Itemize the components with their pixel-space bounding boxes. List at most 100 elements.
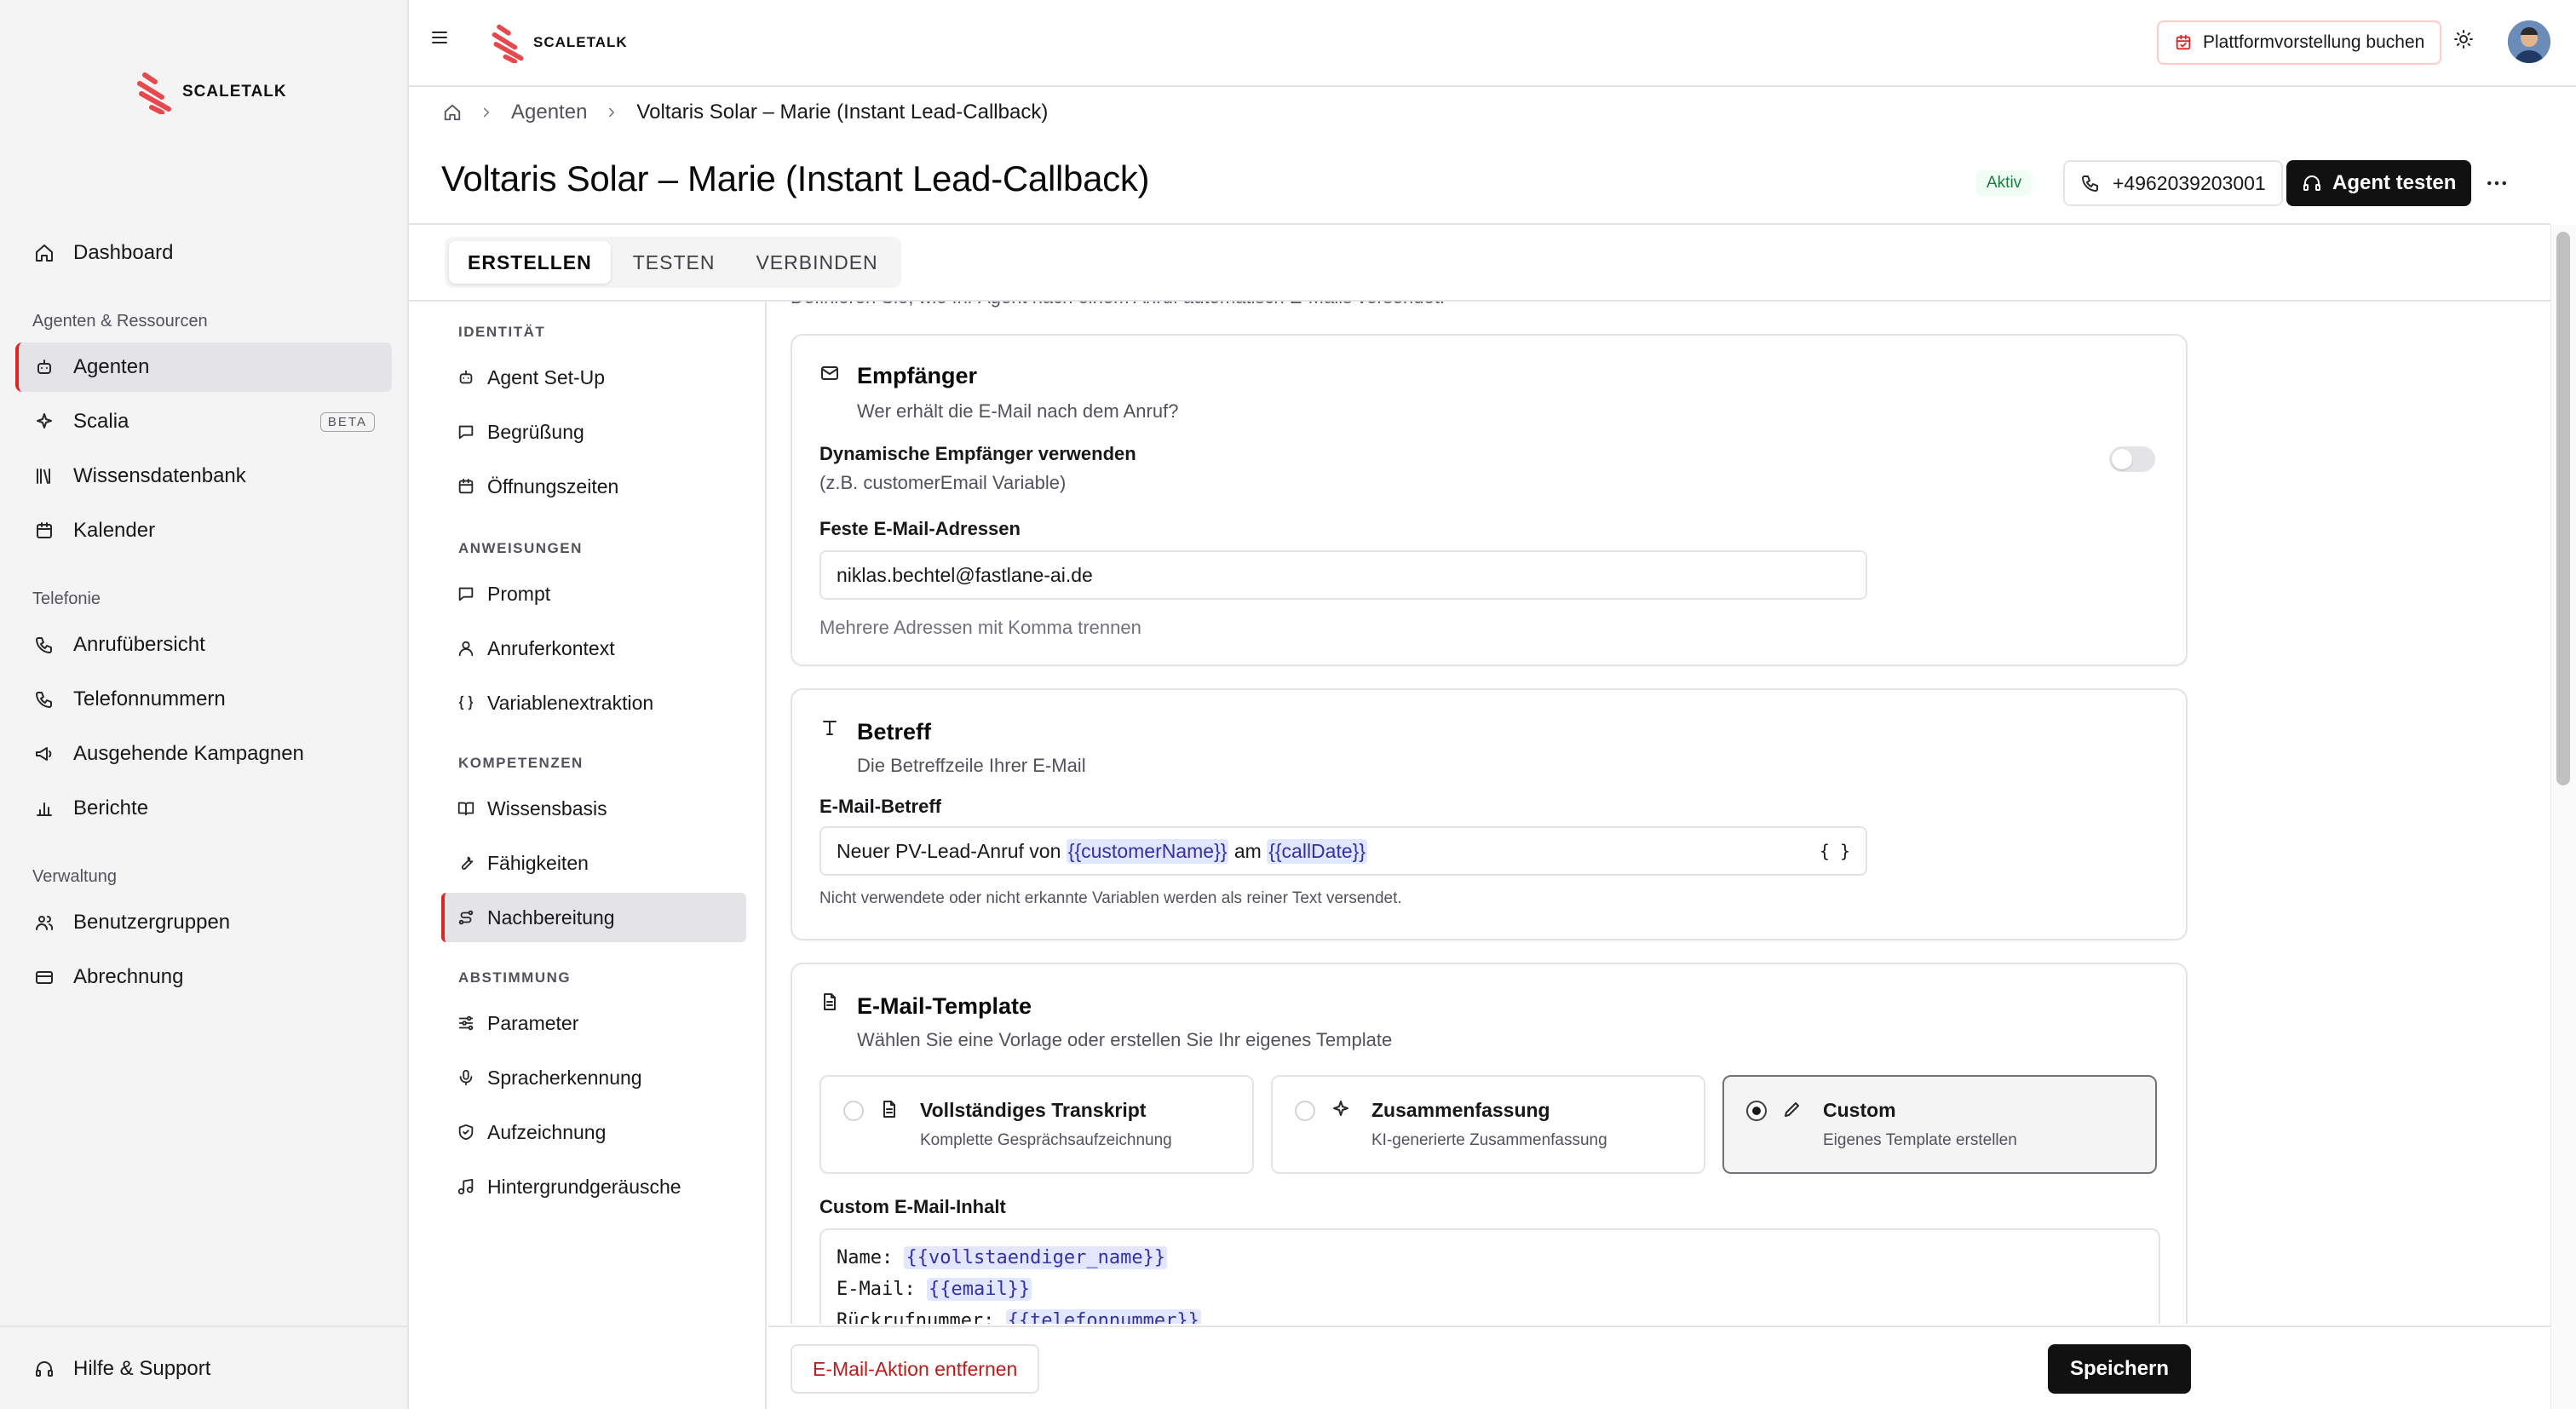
brand-logo[interactable]: SCALETALK	[136, 70, 287, 114]
nav-kampagnen[interactable]: Ausgehende Kampagnen	[15, 729, 392, 779]
file-text-icon	[824, 993, 836, 1010]
brand-name: SCALETALK	[182, 83, 287, 101]
calendar-icon	[37, 522, 52, 538]
setnav-nachbereitung[interactable]: Nachbereitung	[441, 893, 746, 942]
section-abstimmung: ABSTIMMUNG	[458, 969, 572, 986]
microphone-icon	[459, 1069, 473, 1086]
custom-content-editor[interactable]: Name: {{vollstaendiger_name}} E-Mail: {{…	[819, 1228, 2160, 1324]
nav-section-admin: Verwaltung	[32, 867, 117, 886]
fixed-emails-hint: Mehrere Adressen mit Komma trennen	[819, 617, 1141, 638]
code-var: {{email}}	[926, 1278, 1032, 1301]
custom-content-label: Custom E-Mail-Inhalt	[819, 1196, 1006, 1217]
nav-wissensdatenbank[interactable]: Wissensdatenbank	[15, 451, 392, 501]
nav-abrechnung-label: Abrechnung	[73, 965, 184, 988]
breadcrumb-parent[interactable]: Agenten	[511, 101, 587, 124]
sidebar: SCALETALK Dashboard Agenten & Ressourcen…	[0, 0, 409, 1409]
tab-verbinden[interactable]: VERBINDEN	[737, 241, 896, 284]
setnav-faehigkeiten[interactable]: Fähigkeiten	[441, 838, 746, 888]
setnav-begruessung-label: Begrüßung	[487, 420, 584, 443]
nav-agenten-label: Agenten	[73, 355, 150, 378]
menu-toggle-button[interactable]	[429, 27, 450, 48]
scrollbar-thumb[interactable]	[2556, 232, 2570, 785]
save-button[interactable]: Speichern	[2048, 1344, 2192, 1394]
sparkles-icon	[37, 413, 52, 428]
template-radio-custom[interactable]	[1746, 1101, 1767, 1121]
theme-toggle-button[interactable]	[2453, 29, 2474, 49]
nav-anrufuebersicht[interactable]: Anrufübersicht	[15, 620, 392, 670]
setnav-prompt[interactable]: Prompt	[441, 569, 746, 618]
setnav-anruferkontext[interactable]: Anruferkontext	[441, 624, 746, 673]
nav-hilfe-support[interactable]: Hilfe & Support	[15, 1344, 392, 1394]
template-option-transcript[interactable]: Vollständiges Transkript Komplette Gespr…	[819, 1075, 1254, 1174]
bar-chart-icon	[37, 802, 52, 816]
breadcrumb-current: Voltaris Solar – Marie (Instant Lead-Cal…	[636, 101, 1049, 124]
test-agent-button[interactable]: Agent testen	[2286, 160, 2472, 206]
phone-icon	[36, 637, 52, 653]
nav-benutzergruppen[interactable]: Benutzergruppen	[15, 898, 392, 947]
setnav-agent-setup[interactable]: Agent Set-Up	[441, 353, 746, 402]
code-var: {{telefonnummer}}	[1005, 1309, 1201, 1324]
calendar-check-icon	[2176, 34, 2191, 50]
setnav-variablenextraktion[interactable]: Variablenextraktion	[441, 678, 746, 728]
hamburger-icon	[432, 32, 447, 43]
route-icon	[458, 910, 474, 925]
subject-text-prefix: Neuer PV-Lead-Anruf von	[837, 839, 1067, 862]
page-scrollbar[interactable]	[2550, 225, 2576, 1409]
template-option-custom[interactable]: Custom Eigenes Template erstellen	[1722, 1075, 2157, 1174]
fixed-emails-input[interactable]: niklas.bechtel@fastlane-ai.de	[819, 550, 1867, 600]
phone-icon	[36, 692, 52, 708]
nav-abrechnung[interactable]: Abrechnung	[15, 952, 392, 1002]
setnav-parameter[interactable]: Parameter	[441, 998, 746, 1048]
avatar-image-icon	[2508, 20, 2550, 63]
book-demo-button[interactable]: Plattformvorstellung buchen	[2157, 20, 2442, 65]
more-options-button[interactable]	[2484, 170, 2510, 196]
nav-berichte[interactable]: Berichte	[15, 784, 392, 833]
subject-input[interactable]: Neuer PV-Lead-Anruf von {{customerName}}…	[819, 826, 1867, 876]
template-option-summary[interactable]: Zusammenfassung KI-generierte Zusammenfa…	[1271, 1075, 1705, 1174]
template-radio-summary[interactable]	[1295, 1101, 1315, 1121]
sparkles-icon	[1333, 1101, 1348, 1116]
top-bar: SCALETALK Plattformvorstellung buchen	[409, 0, 2576, 87]
dynamic-recipients-toggle[interactable]	[2109, 446, 2155, 472]
nav-kalender[interactable]: Kalender	[15, 506, 392, 555]
braces-icon	[458, 695, 474, 710]
megaphone-icon	[36, 747, 52, 761]
setnav-hintergrundgeraeusche[interactable]: Hintergrundgeräusche	[441, 1162, 746, 1211]
subject-card: Betreff Die Betreffzeile Ihrer E-Mail E-…	[791, 688, 2188, 940]
setnav-oeffnungszeiten[interactable]: Öffnungszeiten	[441, 462, 746, 511]
setnav-begruessung[interactable]: Begrüßung	[441, 407, 746, 457]
nav-section-telephony: Telefonie	[32, 589, 101, 608]
tab-erstellen[interactable]: ERSTELLEN	[449, 241, 611, 284]
home-icon[interactable]	[443, 103, 462, 122]
template-custom-subtitle: Eigenes Template erstellen	[1823, 1131, 2017, 1149]
insert-variable-button[interactable]: { }	[1820, 841, 1850, 861]
nav-dashboard[interactable]: Dashboard	[15, 228, 392, 278]
code-var: {{vollstaendiger_name}}	[904, 1246, 1168, 1269]
nav-agenten[interactable]: Agenten	[15, 342, 392, 392]
mail-icon	[821, 366, 838, 380]
nav-section-agents: Agenten & Ressourcen	[32, 312, 208, 331]
template-radio-transcript[interactable]	[843, 1101, 864, 1121]
user-avatar[interactable]	[2508, 20, 2550, 63]
setnav-wissensbasis[interactable]: Wissensbasis	[441, 784, 746, 833]
subject-text-mid: am	[1228, 839, 1268, 862]
template-title: E-Mail-Template	[857, 993, 1032, 1019]
setnav-anruferkontext-label: Anruferkontext	[487, 636, 615, 659]
book-open-icon	[457, 802, 474, 816]
music-icon	[457, 1178, 474, 1195]
top-brand-logo[interactable]: SCALETALK	[491, 22, 628, 63]
setnav-spracherkennung[interactable]: Spracherkennung	[441, 1053, 746, 1102]
nav-wissensdatenbank-label: Wissensdatenbank	[73, 464, 246, 487]
agent-phone-button[interactable]: +4962039203001	[2063, 160, 2283, 206]
beta-badge: BETA	[319, 411, 375, 432]
nav-telefonnummern[interactable]: Telefonnummern	[15, 675, 392, 724]
remove-email-action-button[interactable]: E-Mail-Aktion entfernen	[791, 1344, 1040, 1394]
tab-testen[interactable]: TESTEN	[614, 241, 734, 284]
test-agent-label: Agent testen	[2332, 171, 2457, 194]
nav-telefonnummern-label: Telefonnummern	[73, 687, 226, 710]
headset-icon	[36, 1361, 53, 1377]
nav-kampagnen-label: Ausgehende Kampagnen	[73, 742, 304, 765]
nav-scalia[interactable]: Scalia BETA	[15, 397, 392, 446]
setnav-agent-setup-label: Agent Set-Up	[487, 365, 606, 388]
setnav-aufzeichnung[interactable]: Aufzeichnung	[441, 1107, 746, 1157]
